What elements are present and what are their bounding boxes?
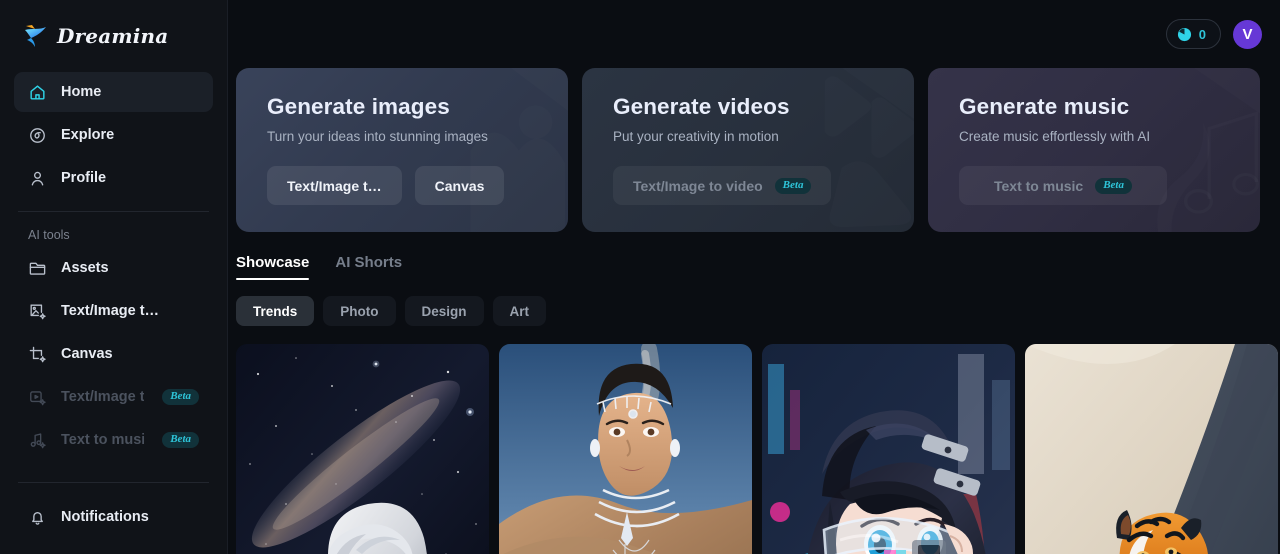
sidebar: Dreamina Home Explore Profile AI tools A… bbox=[0, 0, 228, 554]
chip-photo[interactable]: Photo bbox=[323, 296, 396, 326]
hero-button-text-image-to-video[interactable]: Text/Image to video Beta bbox=[613, 166, 832, 205]
hero-button-row: Text/Image to video Beta bbox=[613, 166, 914, 205]
person-icon bbox=[28, 169, 47, 188]
hero-card-generate-images[interactable]: Generate images Turn your ideas into stu… bbox=[236, 68, 568, 232]
sidebar-item-label: Notifications bbox=[61, 509, 149, 525]
sidebar-section-label: AI tools bbox=[28, 228, 70, 242]
sidebar-item-label: Canvas bbox=[61, 346, 113, 362]
hero-button-label: Text to music bbox=[994, 177, 1084, 194]
gallery-tile-marble-statue-galaxy[interactable] bbox=[236, 344, 489, 554]
sidebar-item-text-image-to-video[interactable]: Text/Image t… Beta bbox=[14, 377, 213, 417]
beta-badge: Beta bbox=[1095, 177, 1132, 194]
brand-name: Dreamina bbox=[57, 24, 169, 48]
sidebar-item-notifications[interactable]: Notifications bbox=[14, 497, 213, 537]
tab-label: AI Shorts bbox=[335, 254, 403, 271]
credit-coin-icon bbox=[1177, 27, 1192, 42]
hero-button-text-image-to-image[interactable]: Text/Image t… bbox=[267, 166, 402, 205]
bell-icon bbox=[28, 508, 47, 527]
content-tabs: Showcase AI Shorts bbox=[228, 232, 1280, 280]
play-triangle-watermark-icon bbox=[713, 68, 914, 232]
credits-badge[interactable]: 0 bbox=[1165, 19, 1221, 49]
sidebar-item-label: Text/Image t… bbox=[61, 389, 145, 405]
sidebar-item-assets[interactable]: Assets bbox=[14, 248, 213, 288]
showcase-gallery bbox=[228, 326, 1280, 554]
hero-subtitle: Create music effortlessly with AI bbox=[959, 129, 1151, 144]
sidebar-item-home[interactable]: Home bbox=[14, 72, 213, 112]
brand[interactable]: Dreamina bbox=[0, 0, 227, 72]
sidebar-bottom: Notifications bbox=[0, 469, 227, 554]
hero-title: Generate music bbox=[959, 94, 1130, 119]
sidebar-item-label: Profile bbox=[61, 170, 107, 186]
avatar-initial: V bbox=[1242, 25, 1253, 43]
tab-label: Showcase bbox=[236, 254, 310, 271]
sidebar-item-text-to-music[interactable]: Text to music Beta bbox=[14, 420, 213, 460]
hero-button-label: Text/Image t… bbox=[287, 177, 382, 194]
image-sparkle-icon bbox=[28, 302, 47, 321]
sidebar-item-text-image-to-image[interactable]: Text/Image t… bbox=[14, 291, 213, 331]
filter-chips: Trends Photo Design Art bbox=[228, 280, 1280, 326]
hero-title: Generate images bbox=[267, 94, 450, 119]
beta-badge: Beta bbox=[162, 389, 199, 405]
sidebar-item-label: Assets bbox=[61, 260, 109, 276]
sidebar-bottom-nav: Notifications bbox=[0, 497, 227, 554]
gallery-tile-desert-jewelry-portrait[interactable] bbox=[499, 344, 752, 554]
hero-button-label: Text/Image to video bbox=[633, 177, 763, 194]
compass-icon bbox=[28, 126, 47, 145]
video-sparkle-icon bbox=[28, 388, 47, 407]
hero-card-generate-music[interactable]: Generate music Create music effortlessly… bbox=[928, 68, 1260, 232]
music-sparkle-icon bbox=[28, 431, 47, 450]
image-watermark-icon bbox=[376, 68, 568, 232]
hero-cards: Generate images Turn your ideas into stu… bbox=[228, 68, 1280, 232]
chip-label: Photo bbox=[340, 303, 379, 319]
sidebar-item-canvas[interactable]: Canvas bbox=[14, 334, 213, 374]
dreamina-star-logo-icon bbox=[22, 23, 48, 49]
sidebar-primary-nav: Home Explore Profile bbox=[0, 72, 227, 198]
sidebar-item-explore[interactable]: Explore bbox=[14, 115, 213, 155]
music-note-watermark-icon bbox=[1061, 68, 1260, 232]
avatar[interactable]: V bbox=[1233, 19, 1262, 49]
chip-label: Design bbox=[421, 303, 467, 319]
sidebar-item-label: Home bbox=[61, 84, 102, 100]
beta-badge: Beta bbox=[774, 177, 812, 194]
app-root: Dreamina Home Explore Profile AI tools A… bbox=[0, 0, 1280, 554]
home-icon bbox=[28, 83, 47, 102]
tab-showcase[interactable]: Showcase bbox=[236, 254, 310, 280]
hero-button-row: Text to music Beta bbox=[959, 166, 1260, 205]
topbar: 0 V bbox=[228, 0, 1280, 68]
hero-title: Generate videos bbox=[613, 94, 790, 119]
main-content: 0 V Generate images Turn your ideas into… bbox=[228, 0, 1280, 554]
chip-trends[interactable]: Trends bbox=[236, 296, 315, 326]
hero-button-row: Text/Image t… Canvas bbox=[267, 166, 568, 205]
gallery-tile-cyberpunk-anime-girl[interactable] bbox=[762, 344, 1015, 554]
hero-button-canvas[interactable]: Canvas bbox=[414, 166, 505, 205]
sidebar-item-label: Text to music bbox=[61, 432, 145, 448]
hero-card-generate-videos[interactable]: Generate videos Put your creativity in m… bbox=[582, 68, 914, 232]
canvas-frame-icon bbox=[28, 345, 47, 364]
chip-label: Art bbox=[509, 303, 530, 319]
beta-badge: Beta bbox=[162, 432, 199, 448]
chip-design[interactable]: Design bbox=[404, 296, 484, 326]
hero-subtitle: Turn your ideas into stunning images bbox=[267, 129, 488, 144]
hero-button-text-to-music[interactable]: Text to music Beta bbox=[959, 166, 1167, 205]
sidebar-tools-nav: Assets Text/Image t… Canvas Text/Image t… bbox=[0, 248, 227, 460]
chip-label: Trends bbox=[253, 303, 298, 319]
sidebar-divider-bottom bbox=[18, 482, 209, 483]
folder-icon bbox=[28, 259, 47, 278]
tab-ai-shorts[interactable]: AI Shorts bbox=[335, 254, 402, 280]
hero-button-label: Canvas bbox=[434, 177, 485, 194]
credits-value: 0 bbox=[1198, 26, 1206, 42]
sidebar-item-label: Text/Image t… bbox=[61, 303, 160, 319]
hero-subtitle: Put your creativity in motion bbox=[613, 129, 779, 144]
gallery-tile-tiger-on-dunes[interactable] bbox=[1025, 344, 1278, 554]
chip-art[interactable]: Art bbox=[492, 296, 547, 326]
sidebar-item-label: Explore bbox=[61, 127, 115, 143]
sidebar-item-profile[interactable]: Profile bbox=[14, 158, 213, 198]
